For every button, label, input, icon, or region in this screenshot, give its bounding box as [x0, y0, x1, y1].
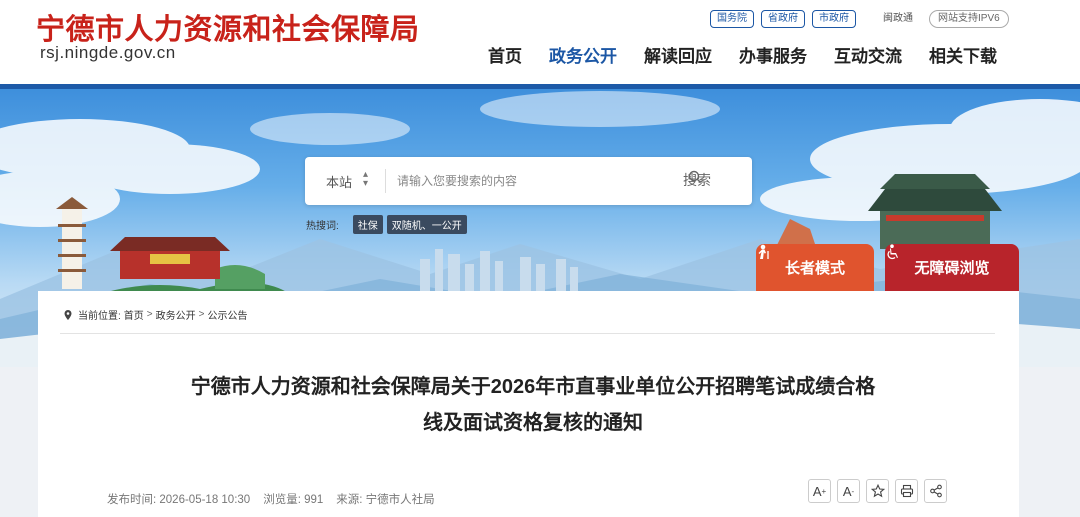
nav-interaction[interactable]: 互动交流	[834, 42, 902, 67]
printer-icon	[900, 484, 913, 498]
search-divider	[385, 169, 386, 193]
hot-search-label: 热搜词:	[306, 221, 339, 232]
top-link-provincial-gov[interactable]: 省政府	[761, 10, 805, 28]
search-icon	[688, 170, 701, 183]
breadcrumb-gov-affairs[interactable]: 政务公开	[156, 307, 196, 322]
search-input[interactable]	[397, 166, 667, 196]
breadcrumb: 当前位置: 首页 > 政务公开 > 公示公告	[62, 307, 247, 322]
publish-time: 发布时间: 2026-05-18 10:30	[107, 494, 251, 506]
breadcrumb-announcements[interactable]: 公示公告	[207, 307, 247, 322]
breadcrumb-divider	[60, 333, 995, 334]
barrier-free-label: 无障碍浏览	[914, 260, 990, 277]
article-meta: 发布时间: 2026-05-18 10:30 浏览量: 991 来源: 宁德市人…	[107, 491, 448, 507]
nav-gov-affairs[interactable]: 政务公开	[549, 42, 617, 67]
share-icon	[929, 484, 942, 498]
favorite-button[interactable]	[866, 479, 889, 503]
hot-search: 热搜词: 社保 双随机、一公开	[306, 215, 471, 234]
hot-tag-double-random[interactable]: 双随机、一公开	[386, 215, 467, 234]
star-icon	[870, 484, 885, 498]
nav-interpretation[interactable]: 解读回应	[644, 42, 712, 67]
top-link-state-council[interactable]: 国务院	[710, 10, 754, 28]
font-decrease-label: A	[842, 483, 852, 499]
article-title-line2: 线及面试资格复核的通知	[423, 412, 643, 434]
search-button[interactable]: 搜索	[683, 170, 711, 190]
barrier-free-button[interactable]: 无障碍浏览	[885, 244, 1019, 291]
breadcrumb-label: 当前位置:	[78, 311, 121, 322]
search-scope-select[interactable]: 本站	[326, 172, 352, 191]
article-title: 宁德市人力资源和社会保障局关于2026年市直事业单位公开招聘笔试成绩合格 线及面…	[98, 369, 968, 441]
nav-downloads[interactable]: 相关下载	[929, 42, 997, 67]
article-tools: A + A-	[808, 479, 953, 503]
share-button[interactable]	[924, 479, 947, 503]
wheelchair-icon	[887, 244, 898, 260]
view-count: 浏览量: 991	[263, 494, 324, 506]
ipv6-badge: 网站支持IPV6	[929, 10, 1009, 28]
nav-services[interactable]: 办事服务	[739, 42, 807, 67]
elder-mode-label: 长者模式	[784, 260, 845, 277]
article-source: 来源: 宁德市人社局	[336, 494, 435, 506]
elder-person-icon	[758, 244, 769, 259]
location-pin-icon	[64, 309, 72, 320]
site-logo-title[interactable]: 宁德市人力资源和社会保障局	[36, 6, 420, 48]
main-nav: 首页 政务公开 解读回应 办事服务 互动交流 相关下载	[488, 42, 997, 67]
print-button[interactable]	[895, 479, 918, 503]
font-decrease-button[interactable]: A-	[837, 479, 860, 503]
breadcrumb-separator: >	[146, 309, 153, 320]
breadcrumb-home[interactable]: 首页	[124, 307, 144, 322]
top-links: 国务院 省政府 市政府 闽政通 网站支持IPV6	[710, 10, 1016, 28]
site-header: 宁德市人力资源和社会保障局 rsj.ningde.gov.cn 国务院 省政府 …	[0, 0, 1080, 84]
font-increase-button[interactable]: A +	[808, 479, 831, 503]
article-container: 当前位置: 首页 > 政务公开 > 公示公告 宁德市人力资源和社会保障局关于20…	[38, 291, 1019, 517]
breadcrumb-separator: >	[198, 309, 205, 320]
top-link-minzhengtong[interactable]: 闽政通	[883, 11, 913, 27]
red-gate-building	[110, 237, 230, 279]
site-domain: rsj.ningde.gov.cn	[40, 43, 176, 62]
nav-home[interactable]: 首页	[488, 42, 522, 67]
right-pavilion	[868, 174, 1002, 249]
updown-arrows-icon[interactable]: ▴ ▾	[363, 170, 368, 189]
search-box: 本站 ▴▾ 搜索	[305, 157, 752, 205]
top-link-city-gov[interactable]: 市政府	[812, 10, 856, 28]
font-increase-label: A	[812, 483, 822, 499]
hot-tag-social-security[interactable]: 社保	[352, 215, 383, 234]
article-title-line1: 宁德市人力资源和社会保障局关于2026年市直事业单位公开招聘笔试成绩合格	[190, 376, 876, 398]
elder-mode-button[interactable]: 长者模式	[756, 244, 874, 291]
